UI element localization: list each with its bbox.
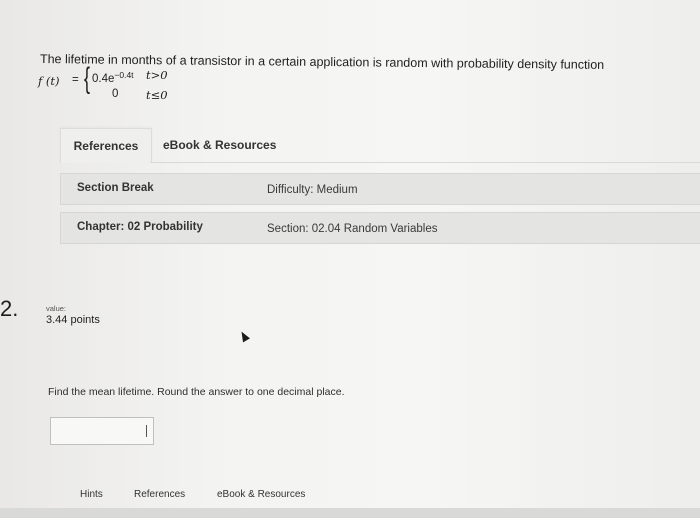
answer-input[interactable] xyxy=(50,417,154,445)
tab-hints[interactable]: Hints xyxy=(80,489,103,500)
chapter-label: Chapter: 02 Probability xyxy=(77,221,203,233)
section-label: Section: 02.04 Random Variables xyxy=(267,223,438,235)
tab-ebook-resources[interactable]: eBook & Resources xyxy=(163,138,276,152)
section-break-row: Section Break Difficulty: Medium xyxy=(60,173,700,205)
formula-case2-value: 0 xyxy=(112,88,119,100)
chapter-row: Chapter: 02 Probability Section: 02.04 R… xyxy=(60,212,700,244)
value-label: value: xyxy=(46,304,67,313)
formula-case2-condition: t≤0 xyxy=(146,88,168,102)
mouse-cursor-icon xyxy=(238,329,250,343)
text-caret xyxy=(146,425,147,437)
formula-case1-coefficient: 0.4e xyxy=(92,73,115,85)
density-formula: f (t) = { 0.4e−0.4t t>0 0 t≤0 xyxy=(38,62,198,104)
formula-case1: 0.4e−0.4t xyxy=(92,70,134,85)
tab-references-bottom[interactable]: References xyxy=(134,489,185,500)
formula-case1-exponent: −0.4t xyxy=(114,70,134,80)
difficulty-label: Difficulty: Medium xyxy=(267,184,358,196)
tab-divider xyxy=(150,162,700,163)
points-value: 3.44 points xyxy=(46,314,100,326)
problem-tabs: References eBook & Resources xyxy=(60,128,700,164)
tab-references[interactable]: References xyxy=(60,128,152,163)
question-number: 2. xyxy=(0,296,19,321)
section-break-label: Section Break xyxy=(77,182,154,194)
formula-equals: = xyxy=(72,74,79,86)
formula-function-name: f (t) xyxy=(38,74,60,88)
formula-brace: { xyxy=(84,62,91,95)
formula-case1-condition: t>0 xyxy=(146,68,168,82)
tab-ebook-resources-bottom[interactable]: eBook & Resources xyxy=(217,489,305,500)
bottom-edge-bar xyxy=(0,508,700,518)
question-instruction: Find the mean lifetime. Round the answer… xyxy=(48,386,345,398)
